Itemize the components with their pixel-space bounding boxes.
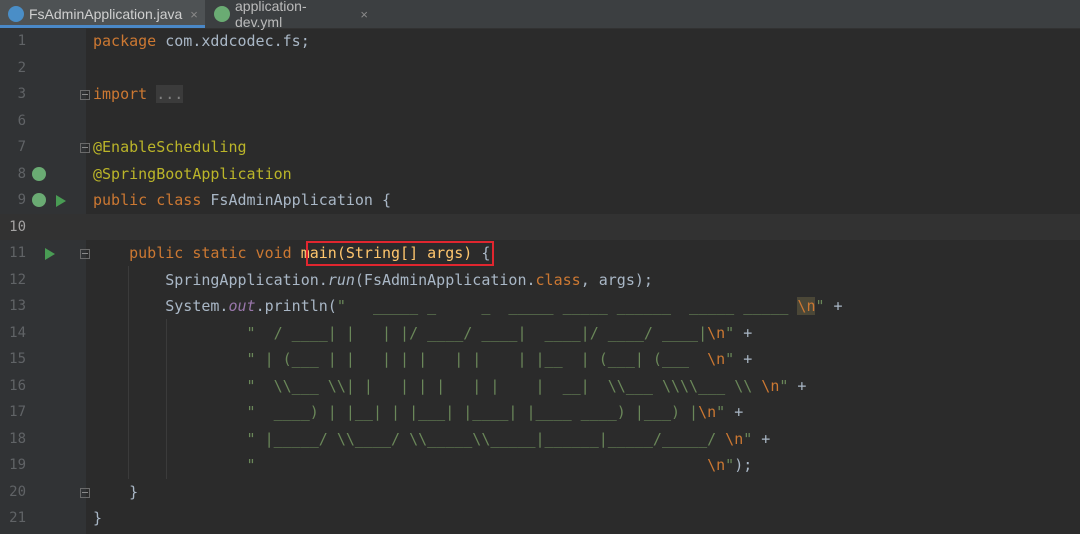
string-literal: ": [725, 324, 735, 342]
code-text: +: [752, 430, 771, 448]
line-number: 2: [17, 60, 26, 76]
code-line-16[interactable]: " \\___ \\| | | | | | | | __| \\___ \\\\…: [93, 373, 807, 399]
code-text: }: [93, 509, 103, 527]
folded-imports[interactable]: ...: [156, 85, 184, 103]
keyword: package: [93, 32, 157, 50]
code-text: out: [228, 297, 256, 315]
string-literal: " |_____/ \\____/ \\_____\\_____|______|…: [246, 430, 726, 448]
line-number: 8: [17, 166, 26, 182]
code-text: SpringApplication.: [165, 271, 328, 289]
close-icon[interactable]: ×: [190, 7, 198, 22]
code-line-19[interactable]: " \n");: [93, 452, 753, 478]
fold-icon[interactable]: [80, 488, 90, 498]
escape-sequence: \n: [797, 297, 816, 315]
line-number: 3: [17, 86, 26, 102]
fold-icon[interactable]: [80, 143, 90, 153]
keyword: public static void: [129, 244, 292, 262]
keyword: class: [156, 191, 202, 209]
code-text: System.: [165, 297, 229, 315]
spring-bean-icon[interactable]: [32, 193, 46, 207]
line-number: 21: [9, 510, 26, 526]
string-literal: ": [246, 456, 708, 474]
line-number: 10: [9, 219, 26, 235]
line-number: 12: [9, 272, 26, 288]
spring-bean-icon[interactable]: [32, 167, 46, 181]
code-text: run: [327, 271, 355, 289]
tab-fsadminapplication-java[interactable]: FsAdminApplication.java ×: [0, 0, 205, 28]
string-literal: ": [725, 350, 735, 368]
code-text: .println(: [255, 297, 337, 315]
tab-label: FsAdminApplication.java: [29, 6, 183, 22]
code-line-12[interactable]: SpringApplication.run(FsAdminApplication…: [93, 267, 653, 293]
string-literal: " \\___ \\| | | | | | | | __| \\___ \\\\…: [246, 377, 762, 395]
string-literal: " _____ _ _ _____ _____ ______ _____ ___…: [336, 297, 798, 315]
line-number: 18: [9, 431, 26, 447]
code-line-14[interactable]: " / ____| | | |/ ____/ ____| ____|/ ____…: [93, 320, 753, 346]
code-text: }: [129, 483, 139, 501]
code-line-15[interactable]: " | (___ | | | | | | | | |__ | (___| (__…: [93, 346, 753, 372]
line-number: 14: [9, 325, 26, 341]
line-number: 1: [17, 33, 26, 49]
string-literal: " ____) | |__| | |___| |____| |____ ____…: [246, 403, 699, 421]
code-line-21[interactable]: }: [93, 505, 102, 531]
escape-sequence: \n: [761, 377, 780, 395]
code-text: FsAdminApplication {: [201, 191, 392, 209]
escape-sequence: \n: [698, 403, 717, 421]
code-line-20[interactable]: }: [93, 479, 138, 505]
code-text: +: [734, 324, 753, 342]
tab-application-dev-yml[interactable]: application-dev.yml ×: [206, 0, 376, 30]
line-number: 15: [9, 351, 26, 367]
yml-file-icon: [214, 6, 230, 22]
editor-tab-bar: FsAdminApplication.java × application-de…: [0, 0, 1080, 30]
code-line-13[interactable]: System.out.println(" _____ _ _ _____ ___…: [93, 293, 843, 319]
keyword: class: [535, 271, 581, 289]
escape-sequence: \n: [725, 430, 744, 448]
code-text: +: [734, 350, 753, 368]
code-text: +: [788, 377, 807, 395]
code-text: (FsAdminApplication.: [354, 271, 536, 289]
code-line-17[interactable]: " ____) | |__| | |___| |____| |____ ____…: [93, 399, 744, 425]
code-text: , args);: [580, 271, 653, 289]
code-line-9[interactable]: public class FsAdminApplication {: [93, 187, 391, 213]
close-icon[interactable]: ×: [360, 7, 368, 22]
java-class-icon: [8, 6, 24, 22]
code-line-7[interactable]: @EnableScheduling: [93, 134, 247, 160]
code-line-1[interactable]: package com.xddcodec.fs;: [93, 28, 310, 54]
line-number: 7: [17, 139, 26, 155]
fold-icon[interactable]: [80, 90, 90, 100]
escape-sequence: \n: [707, 456, 726, 474]
string-literal: " | (___ | | | | | | | | |__ | (___| (__…: [246, 350, 708, 368]
code-line-8[interactable]: @SpringBootApplication: [93, 161, 292, 187]
line-number: 11: [9, 245, 26, 261]
line-number: 19: [9, 457, 26, 473]
code-line-3[interactable]: import ...: [93, 81, 184, 107]
string-literal: " / ____| | | |/ ____/ ____| ____|/ ____…: [246, 324, 708, 342]
code-text: com.xddcodec.fs;: [156, 32, 310, 50]
escape-sequence: \n: [707, 350, 726, 368]
code-text: +: [725, 403, 744, 421]
code-text: +: [824, 297, 843, 315]
line-number: 16: [9, 378, 26, 394]
line-number: 13: [9, 298, 26, 314]
line-number: 17: [9, 404, 26, 420]
tab-label: application-dev.yml: [235, 0, 307, 30]
fold-icon[interactable]: [80, 249, 90, 259]
string-literal: ": [725, 456, 735, 474]
main-method-highlight-box: [306, 241, 494, 266]
line-number: 9: [17, 192, 26, 208]
current-line-highlight: [0, 214, 1080, 240]
escape-sequence: \n: [707, 324, 726, 342]
line-number: 6: [17, 113, 26, 129]
run-icon[interactable]: [56, 195, 66, 207]
string-literal: ": [716, 403, 726, 421]
string-literal: ": [815, 297, 825, 315]
keyword: import: [93, 85, 148, 103]
code-line-18[interactable]: " |_____/ \\____/ \\_____\\_____|______|…: [93, 426, 771, 452]
keyword: public: [93, 191, 148, 209]
run-icon[interactable]: [45, 248, 55, 260]
code-text: );: [734, 456, 753, 474]
line-number: 20: [9, 484, 26, 500]
string-literal: ": [743, 430, 753, 448]
